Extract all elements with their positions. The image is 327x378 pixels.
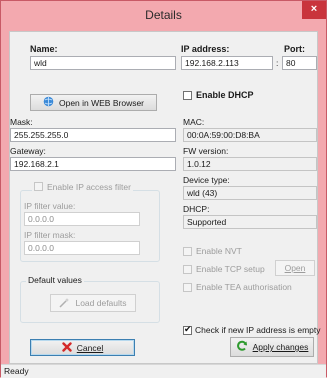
check-empty-ip-label: Check if new IP address is empty <box>195 325 321 335</box>
device-type-label: Device type: <box>183 175 230 185</box>
ip-address-label: IP address: <box>181 44 230 54</box>
enable-nvt-label: Enable NVT <box>196 246 242 256</box>
status-text: Ready <box>4 366 29 376</box>
cancel-button[interactable]: Cancel <box>30 339 135 356</box>
ip-address-field[interactable]: 192.168.2.113 <box>181 56 273 70</box>
default-values-group-title: Default values <box>26 275 84 285</box>
x-icon <box>62 341 72 354</box>
enable-nvt-checkbox[interactable] <box>183 247 192 256</box>
cancel-label: Cancel <box>76 342 104 353</box>
gateway-field[interactable]: 192.168.2.1 <box>10 157 176 171</box>
magic-wand-icon <box>59 297 70 310</box>
enable-tcp-setup-label: Enable TCP setup <box>196 264 265 274</box>
enable-ip-filter-label: Enable IP access filter <box>47 182 131 192</box>
dhcp-status-label: DHCP: <box>183 204 210 214</box>
ip-filter-value-field[interactable]: 0.0.0.0 <box>24 212 140 226</box>
mac-label: MAC: <box>183 117 205 127</box>
open-button-label: Open <box>284 263 306 273</box>
port-separator: : <box>276 58 279 68</box>
fw-version-field: 1.0.12 <box>183 157 317 171</box>
mac-field: 00:0A:59:00:D8:BA <box>183 128 317 142</box>
enable-tcp-setup-checkbox[interactable] <box>183 265 192 274</box>
enable-dhcp-checkbox[interactable] <box>183 91 192 100</box>
globe-icon <box>43 96 54 109</box>
details-window: Details × Name: wld IP address: Port: 19… <box>0 0 327 378</box>
load-defaults-label: Load defaults <box>75 298 127 308</box>
ip-filter-mask-label: IP filter mask: <box>24 230 76 240</box>
name-field[interactable]: wld <box>30 56 176 70</box>
name-label: Name: <box>30 44 58 54</box>
window-title: Details <box>145 8 182 22</box>
load-defaults-button[interactable]: Load defaults <box>50 294 136 312</box>
enable-dhcp-label: Enable DHCP <box>196 90 254 100</box>
ip-filter-mask-field[interactable]: 0.0.0.0 <box>24 241 140 255</box>
port-field[interactable]: 80 <box>282 56 317 70</box>
enable-tea-label: Enable TEA authorisation <box>196 282 292 292</box>
apply-changes-label: Apply changes <box>252 342 309 352</box>
apply-changes-button[interactable]: Apply changes <box>230 337 314 357</box>
ip-filter-group-title: Enable IP access filter <box>32 182 133 192</box>
mask-field[interactable]: 255.255.255.0 <box>10 128 176 142</box>
open-web-browser-label: Open in WEB Browser <box>58 97 145 108</box>
ip-filter-value-label: IP filter value: <box>24 201 76 211</box>
port-label: Port: <box>284 44 305 54</box>
status-bar: Ready <box>1 364 326 378</box>
gateway-label: Gateway: <box>10 146 46 156</box>
refresh-icon <box>236 340 248 354</box>
fw-version-label: FW version: <box>183 146 229 156</box>
enable-ip-filter-checkbox[interactable] <box>34 182 43 191</box>
title-bar[interactable]: Details × <box>1 1 326 31</box>
open-button[interactable]: Open <box>275 260 315 276</box>
enable-tea-checkbox[interactable] <box>183 283 192 292</box>
dhcp-status-field: Supported <box>183 215 317 229</box>
device-type-field: wld (43) <box>183 186 317 200</box>
open-web-browser-button[interactable]: Open in WEB Browser <box>30 94 157 111</box>
check-empty-ip-checkbox[interactable] <box>183 324 192 335</box>
mask-label: Mask: <box>10 117 33 127</box>
close-button[interactable]: × <box>302 1 326 19</box>
dialog-body: Name: wld IP address: Port: 192.168.2.11… <box>9 31 321 364</box>
